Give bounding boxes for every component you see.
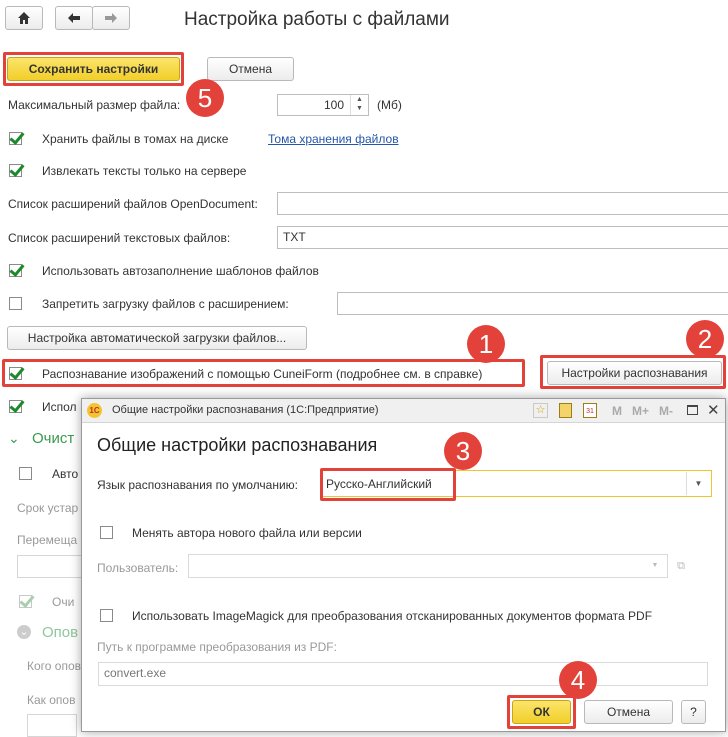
app-logo-icon: 1С bbox=[87, 403, 102, 418]
auto-partial-label: Авто bbox=[52, 467, 79, 481]
autofill-label: Использовать автозаполнение шаблонов фай… bbox=[42, 264, 319, 278]
home-button[interactable] bbox=[5, 6, 43, 30]
ok-button[interactable]: ОК bbox=[512, 700, 571, 724]
cuneiform-label: Распознавание изображений с помощью Cune… bbox=[42, 367, 483, 381]
user-input[interactable] bbox=[188, 554, 668, 578]
dialog-titlebar: 1С Общие настройки распознавания (1С:Пре… bbox=[82, 399, 725, 423]
user-open-icon[interactable]: ⧉ bbox=[671, 556, 691, 576]
clean2-partial-label: Очи bbox=[52, 595, 75, 609]
dialog-window-title: Общие настройки распознавания (1С:Предпр… bbox=[112, 404, 379, 416]
step-badge-3: 3 bbox=[444, 432, 482, 470]
max-size-stepper[interactable]: ▲ ▼ bbox=[350, 95, 368, 115]
user-label: Пользователь: bbox=[97, 561, 179, 575]
forbid-label: Запретить загрузку файлов с расширением: bbox=[42, 297, 289, 311]
arrow-left-icon bbox=[68, 13, 80, 23]
text-ext-label: Список расширений текстовых файлов: bbox=[8, 231, 231, 245]
cleanup-group-label[interactable]: Очист bbox=[32, 430, 74, 447]
cuneiform-checkbox[interactable] bbox=[9, 367, 22, 380]
how-input[interactable] bbox=[27, 714, 77, 737]
notify-group-label[interactable]: Опов bbox=[42, 624, 78, 641]
stepper-down-icon[interactable]: ▼ bbox=[351, 104, 368, 113]
max-size-unit: (Мб) bbox=[377, 98, 402, 112]
imagemagick-label: Использовать ImageMagick для преобразова… bbox=[132, 609, 653, 623]
save-button[interactable]: Сохранить настройки bbox=[7, 57, 180, 81]
max-size-label: Максимальный размер файла: bbox=[8, 98, 181, 112]
calculator-icon[interactable] bbox=[559, 403, 572, 418]
maximize-icon[interactable] bbox=[687, 405, 698, 415]
step-badge-5: 5 bbox=[186, 79, 224, 117]
max-size-value: 100 bbox=[323, 98, 344, 112]
help-button[interactable]: ? bbox=[681, 700, 706, 724]
move-partial-label: Перемеща bbox=[17, 533, 78, 547]
lang-label: Язык распознавания по умолчанию: bbox=[97, 478, 298, 492]
pdf-path-label: Путь к программе преобразования из PDF: bbox=[97, 640, 337, 654]
autoload-settings-button[interactable]: Настройка автоматической загрузки файлов… bbox=[7, 326, 307, 350]
step-badge-4: 4 bbox=[559, 661, 597, 699]
store-volumes-checkbox[interactable] bbox=[9, 132, 22, 145]
imagemagick-checkbox[interactable] bbox=[100, 609, 113, 622]
page-title: Настройка работы с файлами bbox=[184, 9, 450, 30]
odf-label: Список расширений файлов OpenDocument: bbox=[8, 197, 258, 211]
forbid-checkbox[interactable] bbox=[9, 297, 22, 310]
stepper-up-icon[interactable]: ▲ bbox=[351, 95, 368, 104]
store-volumes-label: Хранить файлы в томах на диске bbox=[42, 132, 229, 146]
dialog-cancel-button[interactable]: Отмена bbox=[584, 700, 673, 724]
step-badge-1: 1 bbox=[467, 325, 505, 363]
how-partial-label: Как опов bbox=[27, 693, 76, 707]
period-partial-label: Срок устар bbox=[17, 501, 79, 515]
recognition-settings-button[interactable]: Настройки распознавания bbox=[547, 361, 722, 385]
recognition-dialog: 1С Общие настройки распознавания (1С:Пре… bbox=[81, 398, 726, 732]
mem-button-mplus[interactable]: M+ bbox=[632, 404, 649, 418]
change-author-label: Менять автора нового файла или версии bbox=[132, 526, 362, 540]
dialog-heading: Общие настройки распознавания bbox=[97, 435, 378, 455]
auto-checkbox[interactable] bbox=[19, 467, 32, 480]
forbid-input[interactable] bbox=[337, 292, 728, 315]
clean2-checkbox[interactable] bbox=[19, 595, 32, 608]
mem-button-mminus[interactable]: M- bbox=[659, 404, 673, 418]
change-author-checkbox[interactable] bbox=[100, 526, 113, 539]
mem-button-m[interactable]: M bbox=[612, 404, 622, 418]
extract-server-label: Извлекать тексты только на сервере bbox=[42, 164, 247, 178]
whom-partial-label: Кого опов bbox=[27, 659, 82, 673]
text-ext-input[interactable]: TXT bbox=[277, 226, 728, 249]
step-badge-2: 2 bbox=[686, 320, 724, 358]
notify-chevron-icon[interactable]: ⌄ bbox=[17, 625, 31, 639]
volumes-link[interactable]: Тома хранения файлов bbox=[268, 132, 399, 146]
extract-server-checkbox[interactable] bbox=[9, 164, 22, 177]
use-partial-label: Испол bbox=[42, 400, 77, 414]
user-dropdown-icon[interactable]: ▼ bbox=[644, 556, 666, 576]
highlight-lang bbox=[320, 468, 456, 501]
lang-dropdown-icon[interactable]: ▼ bbox=[686, 472, 710, 495]
calendar-icon[interactable]: 31 bbox=[583, 403, 597, 418]
close-icon[interactable]: ✕ bbox=[707, 401, 720, 419]
pdf-path-input[interactable]: convert.exe bbox=[98, 662, 708, 686]
cleanup-chevron-icon[interactable]: ⌄ bbox=[8, 430, 20, 447]
home-icon bbox=[18, 12, 30, 24]
star-icon[interactable]: ☆ bbox=[533, 403, 548, 418]
forward-button[interactable] bbox=[92, 6, 130, 30]
autofill-checkbox[interactable] bbox=[9, 264, 22, 277]
cancel-button[interactable]: Отмена bbox=[207, 57, 294, 81]
use-checkbox[interactable] bbox=[9, 400, 22, 413]
pdf-path-value: convert.exe bbox=[104, 666, 167, 680]
back-button[interactable] bbox=[55, 6, 93, 30]
arrow-right-icon bbox=[105, 13, 117, 23]
odf-input[interactable] bbox=[277, 192, 728, 215]
